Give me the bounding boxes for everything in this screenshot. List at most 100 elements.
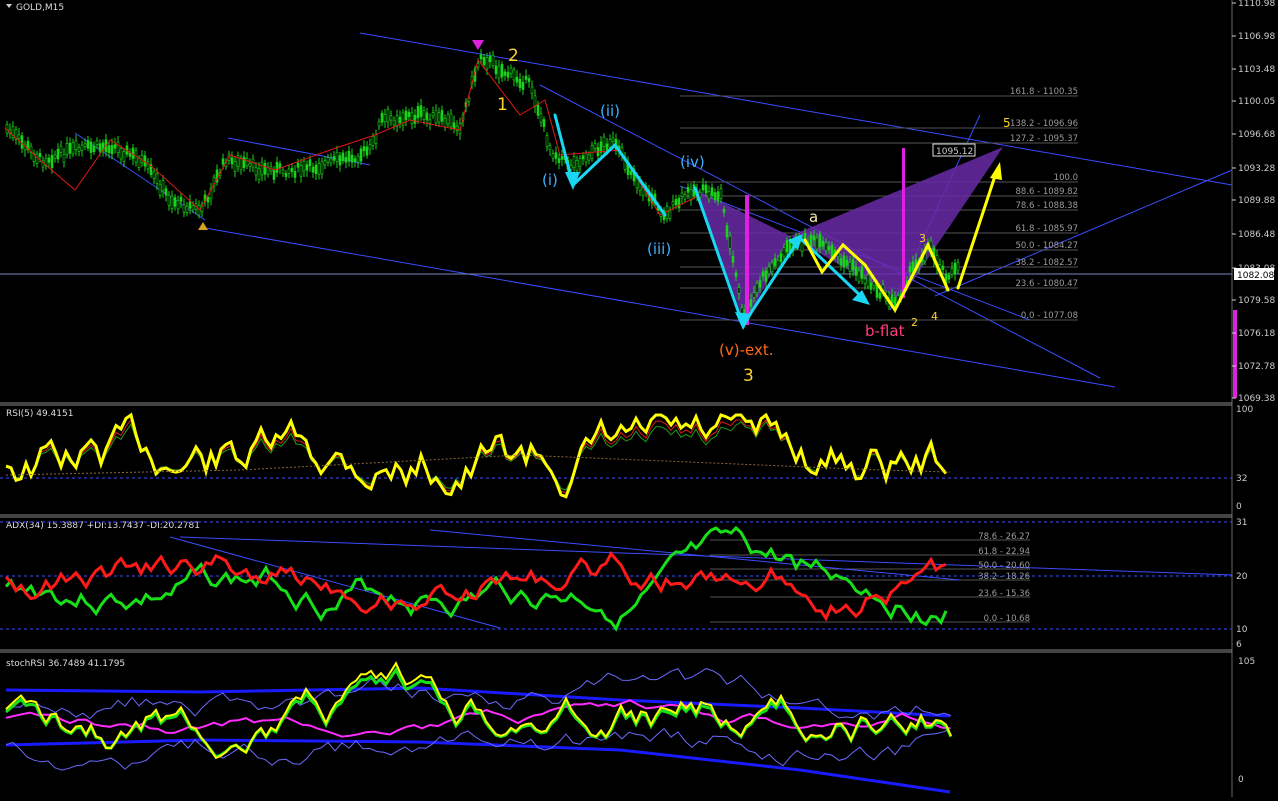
candle (377, 121, 381, 127)
candle (827, 246, 831, 250)
candle (506, 72, 510, 78)
chart-window[interactable]: GOLD,M15 2 1 (i) (ii) (iii) (iv) (v)-ext… (0, 0, 1278, 797)
price-marker: 1095.12 (932, 143, 976, 157)
candle (98, 143, 102, 152)
wave-label-a: a (809, 208, 818, 226)
candle (533, 95, 537, 107)
price-tick: 1106.98 (1238, 32, 1275, 42)
candle (341, 152, 345, 162)
candle (521, 81, 525, 90)
candle (110, 145, 114, 155)
candle (815, 237, 819, 250)
candle (221, 158, 225, 165)
candle (65, 143, 69, 155)
wave-label-ii: (ii) (600, 102, 620, 120)
candle (824, 242, 828, 251)
candle (305, 164, 309, 171)
candle (419, 105, 423, 117)
candle (389, 115, 393, 121)
candle (863, 278, 867, 284)
candle (584, 152, 588, 163)
candle (941, 265, 945, 270)
candle (422, 110, 426, 120)
candle (680, 192, 684, 197)
candle (314, 164, 318, 175)
candle (950, 268, 954, 275)
candle (497, 65, 501, 79)
candle (479, 54, 483, 60)
price-tick: 1103.48 (1238, 65, 1275, 75)
candle (233, 161, 237, 172)
candle (359, 148, 363, 162)
candle (80, 144, 84, 151)
candle (956, 262, 960, 271)
candle (734, 272, 738, 277)
candle (413, 114, 417, 124)
stochrsi-tick: 0 (1238, 775, 1244, 785)
candle (89, 141, 93, 153)
candle (35, 153, 39, 164)
candle (164, 188, 168, 196)
candle (317, 163, 321, 175)
candle (329, 158, 333, 164)
wave-label-small-2: 2 (911, 316, 918, 329)
symbol-label: GOLD,M15 (16, 3, 64, 13)
candle (809, 234, 813, 248)
candle (710, 187, 714, 196)
candle (293, 171, 297, 178)
candle (287, 168, 291, 174)
candle (374, 134, 378, 144)
price-tick: 1110.98 (1238, 0, 1275, 9)
candle (581, 155, 585, 160)
candle (71, 142, 75, 155)
candle (848, 262, 852, 272)
candle (509, 67, 513, 74)
candle (578, 158, 582, 167)
candle (749, 299, 753, 307)
candle (266, 167, 270, 175)
candle (440, 110, 444, 122)
candle (371, 136, 375, 146)
wave-label-b-flat: b-flat (865, 322, 905, 340)
candle (677, 197, 681, 209)
candle (281, 169, 285, 174)
candle (173, 197, 177, 207)
price-tick: 1069.38 (1238, 394, 1275, 404)
candle (254, 167, 258, 176)
candle (953, 262, 957, 275)
candle (161, 180, 165, 192)
candle (719, 188, 723, 200)
wave-label-v-ext: (v)-ext. (719, 341, 774, 359)
candle (542, 119, 546, 127)
candle (524, 75, 528, 80)
candle (410, 112, 414, 124)
candle (716, 191, 720, 202)
wave-label-iv: (iv) (680, 153, 705, 171)
candle (725, 225, 729, 238)
candle (56, 148, 60, 160)
candle (257, 168, 261, 180)
candle (77, 147, 81, 152)
current-price-badge: 1082.08 (1234, 268, 1274, 281)
candle (167, 194, 171, 206)
wave-label-3: 3 (743, 366, 754, 386)
candle (560, 155, 564, 160)
adx-fib-label: 61.8 - 22.94 (978, 547, 1030, 557)
candle (179, 196, 183, 202)
candle (344, 157, 348, 163)
fibonacci-labels: 161.8 - 1100.35 138.2 - 1096.96 127.2 - 10… (1010, 87, 1078, 321)
candle (737, 287, 741, 294)
candle (323, 160, 327, 166)
candle (773, 258, 777, 266)
adx-fib-label: 23.6 - 15.36 (978, 589, 1030, 599)
candle (554, 152, 558, 159)
adx-fib-label: 0.0 - 10.68 (984, 614, 1030, 624)
candle (857, 270, 861, 282)
candle (437, 112, 441, 123)
candle (170, 195, 174, 210)
candle (500, 63, 504, 78)
candle (779, 253, 783, 262)
candle (689, 189, 693, 201)
candle (176, 200, 180, 210)
price-tick: 1100.05 (1238, 97, 1275, 107)
